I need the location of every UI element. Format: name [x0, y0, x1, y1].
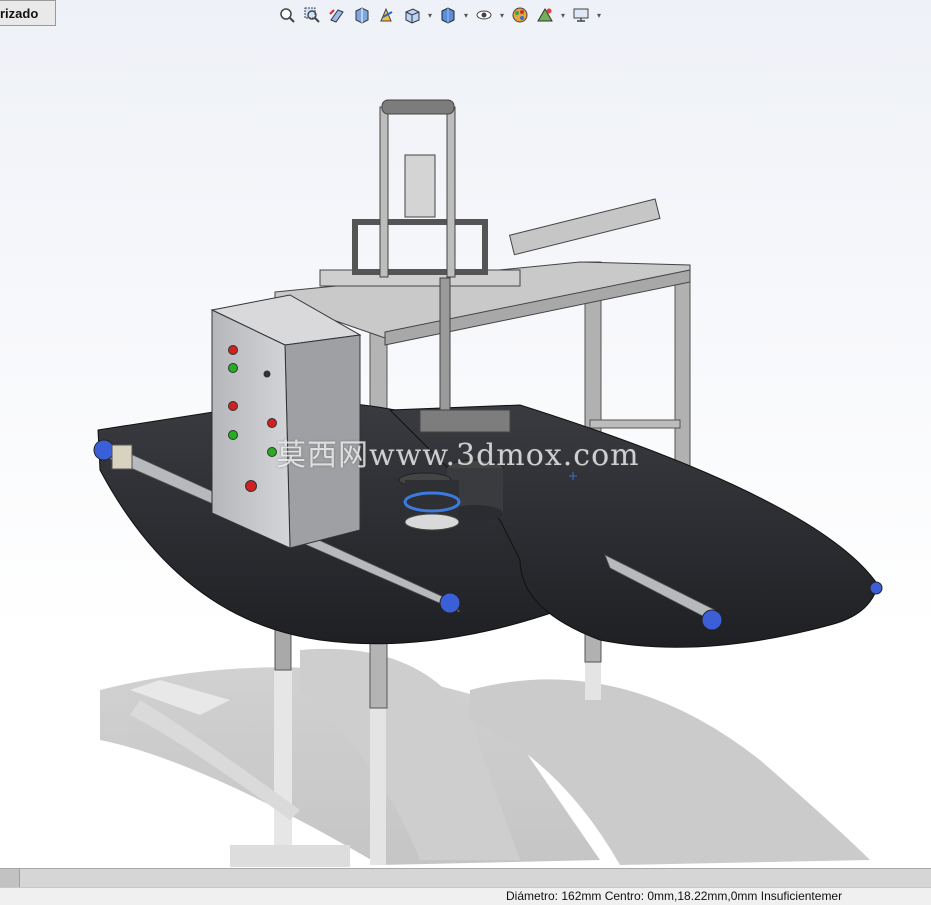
- apply-scene-icon[interactable]: [534, 4, 556, 26]
- hide-show-dropdown-icon[interactable]: ▾: [498, 4, 506, 26]
- status-bar: Diámetro: 162mm Centro: 0mm,18.22mm,0mm …: [0, 887, 931, 905]
- display-style-icon[interactable]: [437, 4, 459, 26]
- floor-reflection: [100, 648, 870, 867]
- section-view-icon[interactable]: [351, 4, 373, 26]
- zoom-to-fit-icon[interactable]: [276, 4, 298, 26]
- display-style-dropdown-icon[interactable]: ▾: [462, 4, 470, 26]
- control-cabinet: [210, 294, 362, 549]
- zoom-to-area-icon[interactable]: [301, 4, 323, 26]
- tab-label: rizado: [0, 6, 39, 21]
- apply-scene-dropdown-icon[interactable]: ▾: [559, 4, 567, 26]
- view-settings-dropdown-icon[interactable]: ▾: [595, 4, 603, 26]
- status-measure-text: Diámetro: 162mm Centro: 0mm,18.22mm,0mm …: [506, 889, 843, 903]
- horizontal-scrollbar[interactable]: [0, 868, 931, 887]
- dynamic-annotation-icon[interactable]: [376, 4, 398, 26]
- heads-up-view-toolbar: ▾ ▾ ▾ ▾ ▾: [276, 4, 603, 26]
- edit-appearance-icon[interactable]: [509, 4, 531, 26]
- hide-show-items-icon[interactable]: [473, 4, 495, 26]
- tab-fragment[interactable]: rizado: [0, 0, 56, 26]
- previous-view-icon[interactable]: [326, 4, 348, 26]
- view-settings-icon[interactable]: [570, 4, 592, 26]
- scrollbar-thumb[interactable]: [0, 869, 20, 887]
- view-orientation-dropdown-icon[interactable]: ▾: [426, 4, 434, 26]
- view-orientation-icon[interactable]: [401, 4, 423, 26]
- watermark-text: 莫西网www.3dmox.com: [276, 438, 640, 473]
